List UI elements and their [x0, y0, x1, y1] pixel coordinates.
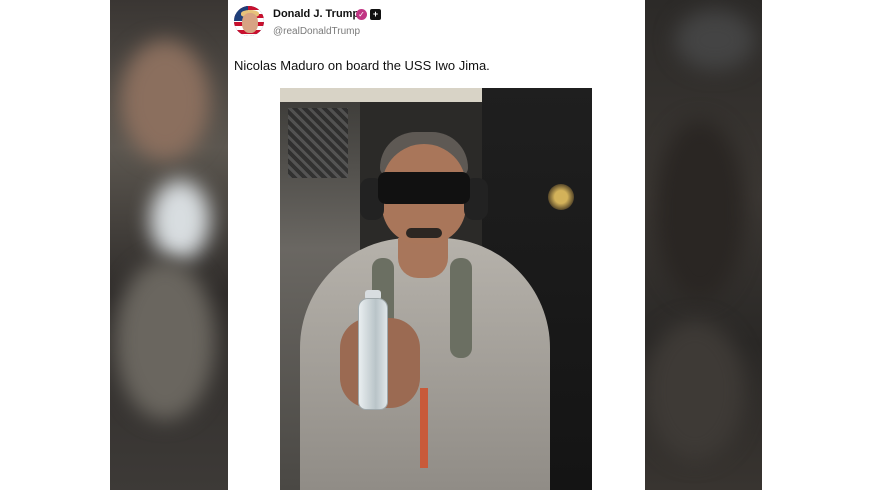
verified-badge-icon: ✓	[356, 9, 367, 20]
plus-badge-icon: +	[370, 9, 381, 20]
post-text: Nicolas Maduro on board the USS Iwo Jima…	[234, 58, 490, 73]
post-image[interactable]	[280, 88, 592, 490]
author-name[interactable]: Donald J. Trump	[273, 8, 359, 20]
post-card: Donald J. Trump ✓ + @realDonaldTrump Nic…	[228, 0, 645, 490]
blurred-background-right	[645, 0, 762, 490]
avatar[interactable]	[234, 6, 264, 36]
author-handle[interactable]: @realDonaldTrump	[273, 26, 360, 37]
blurred-background-left	[110, 0, 228, 490]
